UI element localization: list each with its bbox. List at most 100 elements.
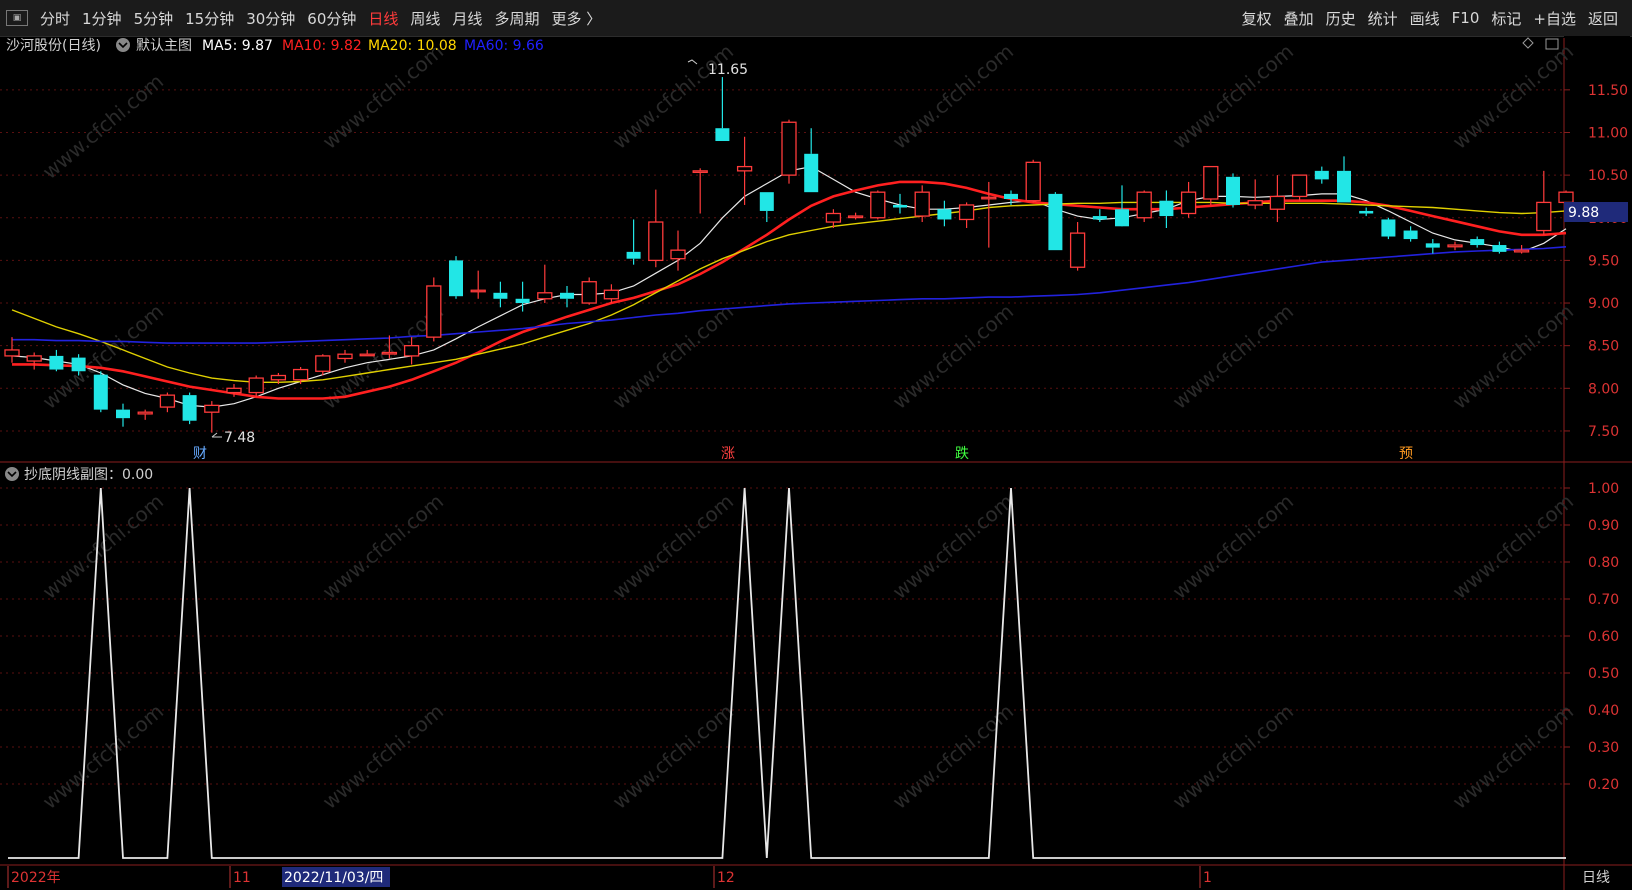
ma60-label: MA60: 9.66 — [464, 38, 544, 54]
watermark-text: www.cfchi.com — [888, 699, 1018, 814]
ma5-label: MA5: 9.87 — [202, 38, 273, 54]
date-label-year: 2022年 — [11, 870, 61, 886]
candle — [1180, 181, 1197, 218]
price-tick-label: 8.00 — [1588, 381, 1619, 397]
candle — [670, 230, 686, 271]
candle — [648, 189, 664, 268]
ma60-line — [12, 246, 1567, 344]
watermark-text: www.cfchi.com — [888, 299, 1018, 414]
price-tick-label: 8.50 — [1588, 339, 1619, 355]
template-selector[interactable] — [116, 38, 130, 52]
event-marker[interactable]: 预 — [1399, 446, 1413, 462]
candlesticks — [4, 77, 1574, 433]
candle — [337, 349, 353, 363]
candle — [715, 77, 730, 142]
candle — [137, 409, 153, 420]
watermark-text: www.cfchi.com — [608, 699, 738, 814]
candle — [26, 352, 42, 370]
watermark-text: www.cfchi.com — [608, 299, 738, 414]
cursor-date: 2022/11/03/四 — [284, 870, 383, 886]
sub-tick-label: 0.80 — [1588, 555, 1619, 571]
sub-tick-label: 1.00 — [1588, 481, 1619, 497]
event-marker[interactable]: 涨 — [721, 446, 735, 462]
candle — [1425, 239, 1440, 254]
candle — [759, 192, 774, 223]
candle — [537, 264, 553, 304]
candle — [1115, 185, 1129, 227]
sub-tick-label: 0.30 — [1588, 740, 1619, 756]
candle — [1136, 190, 1152, 223]
candle — [870, 190, 886, 220]
price-tick-label: 10.50 — [1588, 168, 1628, 184]
diamond-icon[interactable] — [1522, 37, 1534, 49]
candle — [1536, 170, 1552, 235]
candle — [248, 375, 264, 397]
ma10-label: MA10: 9.82 — [282, 38, 362, 54]
sub-tick-label: 0.20 — [1588, 777, 1619, 793]
candle — [1470, 236, 1485, 248]
price-axis: 11.5011.0010.5010.009.509.008.508.007.50 — [1564, 83, 1628, 440]
event-marker[interactable]: 财 — [193, 446, 207, 462]
candle — [804, 128, 819, 193]
sub-tick-label: 0.40 — [1588, 703, 1619, 719]
candle — [603, 284, 620, 304]
sub-grid — [0, 487, 1563, 785]
candle — [914, 185, 930, 223]
candle — [1247, 179, 1263, 210]
price-tick-label: 11.50 — [1588, 83, 1628, 99]
candle — [1314, 166, 1329, 184]
price-tick-label: 9.00 — [1588, 296, 1619, 312]
watermark-text: www.cfchi.com — [888, 39, 1018, 154]
candle — [182, 392, 197, 425]
ma20-line — [11, 201, 1567, 383]
candle — [1291, 174, 1308, 201]
event-marker[interactable]: 跌 — [955, 446, 969, 462]
sub-panel-axis: 1.00 0.90 0.80 0.70 0.60 0.50 0.40 0.30 0.20 — [1564, 481, 1619, 793]
ma20-label: MA20: 10.08 — [368, 38, 457, 54]
date-label-jan: 1 — [1203, 870, 1212, 886]
high-label: 11.65 — [708, 62, 748, 78]
watermark-text: www.cfchi.com — [1448, 699, 1578, 814]
candle — [1269, 175, 1286, 223]
moving-average-lines — [11, 165, 1567, 408]
sub-tick-label: 0.50 — [1588, 666, 1619, 682]
period-label: 日线 — [1582, 870, 1610, 886]
watermark-text: www.cfchi.com — [1168, 299, 1298, 414]
ma5-line — [11, 165, 1567, 408]
watermark-text: www.cfchi.com — [1168, 489, 1298, 604]
watermark-text: www.cfchi.com — [318, 699, 448, 814]
candle — [1048, 192, 1063, 251]
candle — [1492, 241, 1507, 254]
candle — [1359, 207, 1374, 217]
candle — [4, 337, 20, 363]
chevron-down-icon[interactable] — [116, 38, 130, 52]
sub-panel-title: 抄底阴线副图：0.00 — [24, 467, 153, 483]
watermark-text: www.cfchi.com — [38, 699, 168, 814]
candle — [159, 392, 176, 413]
candle — [736, 136, 753, 205]
date-label-nov: 11 — [233, 870, 251, 886]
candle — [204, 401, 220, 433]
candle — [781, 119, 797, 184]
candle — [1403, 226, 1418, 242]
watermark-text: www.cfchi.com — [1448, 489, 1578, 604]
candle — [560, 285, 574, 308]
candle — [1226, 173, 1240, 208]
candle — [1381, 217, 1396, 240]
candle — [1337, 156, 1351, 203]
candle — [1092, 209, 1107, 223]
price-tick-label: 11.00 — [1588, 125, 1628, 141]
chart-canvas[interactable]: www.cfchi.com www.cfchi.com www.cfchi.com w… — [0, 0, 1632, 890]
chevron-down-icon[interactable] — [5, 467, 19, 481]
candle — [426, 277, 442, 342]
watermark-text: www.cfchi.com — [1168, 699, 1298, 814]
price-tick-label: 9.50 — [1588, 253, 1619, 269]
candle — [958, 202, 975, 228]
watermark-text: www.cfchi.com — [1448, 299, 1578, 414]
stock-title: 沙河股份(日线) — [6, 38, 101, 54]
candle — [1025, 159, 1041, 203]
candle — [626, 219, 641, 265]
low-annotation: 7.48 — [211, 430, 255, 446]
candle — [692, 168, 708, 214]
candle — [847, 212, 864, 220]
